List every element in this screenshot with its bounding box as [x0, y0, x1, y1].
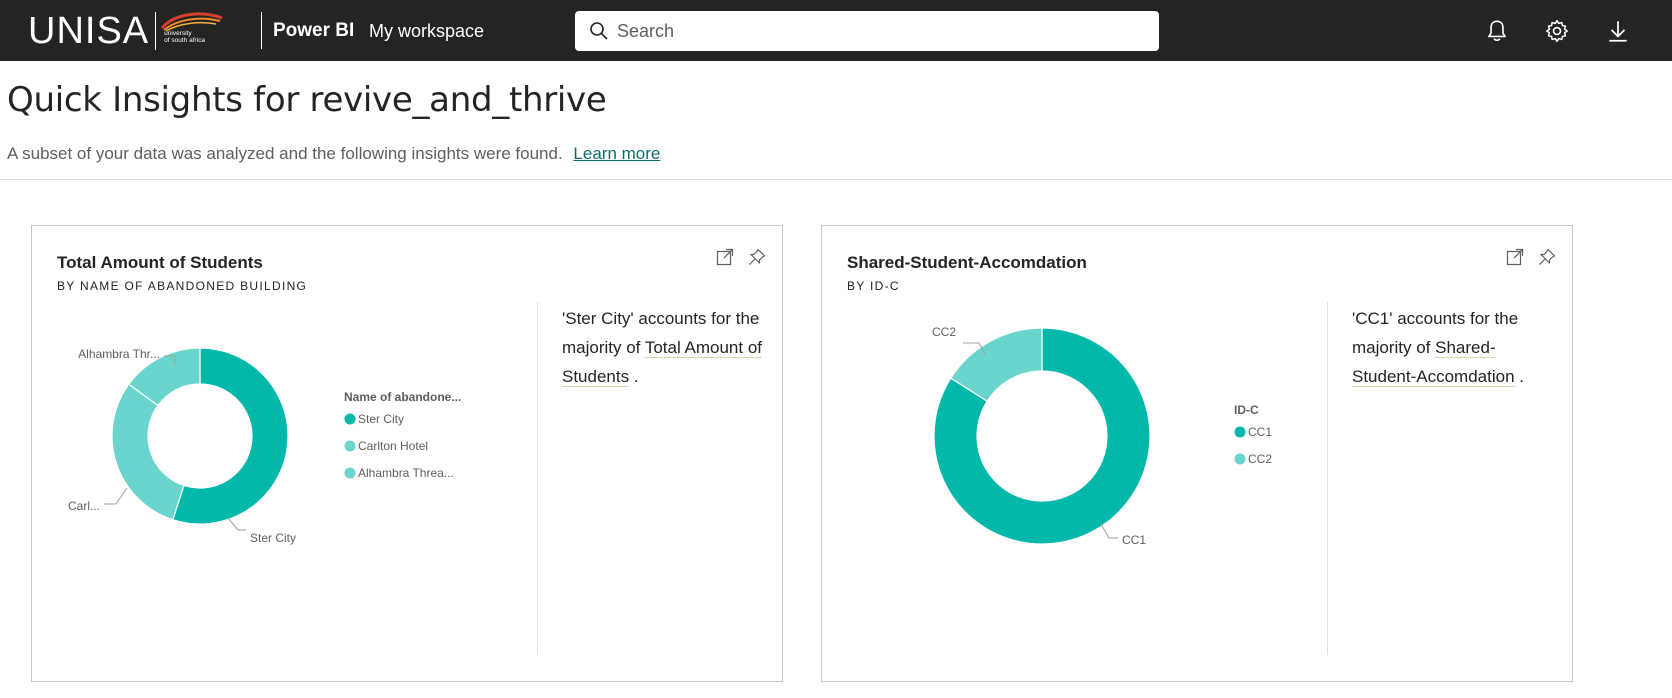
app-name[interactable]: Power BI	[273, 20, 354, 42]
data-label: CC2	[932, 325, 956, 339]
header-divider-line	[0, 179, 1672, 180]
top-bar: UNISA university of south africa Power B…	[0, 0, 1672, 61]
search-input[interactable]	[617, 20, 1137, 42]
data-label-leader	[104, 487, 128, 505]
legend-marker[interactable]	[1234, 426, 1246, 438]
bell-icon[interactable]	[1484, 18, 1510, 44]
pin-icon[interactable]	[747, 247, 767, 267]
workspace-link[interactable]: My workspace	[369, 21, 484, 42]
page-title: Quick Insights for revive_and_thrive	[7, 80, 607, 120]
logo-text: UNISA	[28, 10, 150, 52]
legend-item[interactable]: Ster City	[358, 412, 404, 426]
insight-card[interactable]: Shared-Student-Accomdation BY ID-C CC1 CC…	[821, 225, 1573, 682]
card-separator	[1327, 302, 1328, 655]
expand-icon[interactable]	[1505, 247, 1525, 267]
legend-marker[interactable]	[1234, 453, 1246, 465]
card-separator	[537, 302, 538, 655]
data-label: CC1	[1122, 533, 1146, 547]
logo-subtext-line1: university	[164, 30, 192, 37]
legend-item[interactable]: Alhambra Threa...	[358, 466, 454, 480]
learn-more-link[interactable]: Learn more	[573, 144, 660, 163]
data-label-leader	[1100, 523, 1118, 539]
insight-text: 'Ster City' accounts for the majority of…	[562, 304, 763, 391]
insight-card[interactable]: Total Amount of Students BY NAME OF ABAN…	[31, 225, 783, 682]
data-label: Alhambra Thr...	[78, 347, 160, 361]
pin-icon[interactable]	[1537, 247, 1557, 267]
logo-mark: university of south africa	[160, 10, 224, 52]
donut-slice[interactable]	[111, 383, 185, 521]
search-box[interactable]	[575, 11, 1159, 51]
donut-chart[interactable]: Ster City Carl... Alhambra Thr... Name of a…	[32, 226, 537, 681]
unisa-logo[interactable]: UNISA university of south africa	[28, 10, 224, 52]
search-icon	[590, 22, 608, 40]
subtitle-text: A subset of your data was analyzed and t…	[7, 144, 563, 163]
logo-subtext: university of south africa	[164, 30, 205, 44]
data-label-leader	[227, 517, 246, 531]
legend-marker[interactable]	[344, 440, 356, 452]
expand-icon[interactable]	[715, 247, 735, 267]
legend-title: Name of abandone...	[344, 390, 461, 404]
legend-item[interactable]: Carlton Hotel	[358, 439, 428, 453]
donut-chart[interactable]: CC1 CC2 ID-C CC1 CC2	[822, 226, 1327, 681]
legend-item[interactable]: CC1	[1248, 425, 1272, 439]
insight-text-post: .	[1514, 367, 1524, 386]
gear-icon[interactable]	[1544, 18, 1570, 44]
insight-text-post: .	[629, 367, 639, 386]
legend-marker[interactable]	[344, 413, 356, 425]
logo-divider	[155, 12, 157, 50]
header-divider	[261, 12, 262, 49]
data-label: Ster City	[250, 531, 296, 545]
data-label: Carl...	[68, 499, 100, 513]
legend-marker[interactable]	[344, 467, 356, 479]
legend-title: ID-C	[1234, 403, 1259, 417]
logo-subtext-line2: of south africa	[164, 37, 205, 44]
legend-item[interactable]: CC2	[1248, 452, 1272, 466]
download-icon[interactable]	[1605, 18, 1631, 44]
insight-text: 'CC1' accounts for the majority of Share…	[1352, 304, 1552, 391]
page-subtitle: A subset of your data was analyzed and t…	[7, 144, 660, 164]
logo-swoosh-icon	[161, 12, 223, 32]
